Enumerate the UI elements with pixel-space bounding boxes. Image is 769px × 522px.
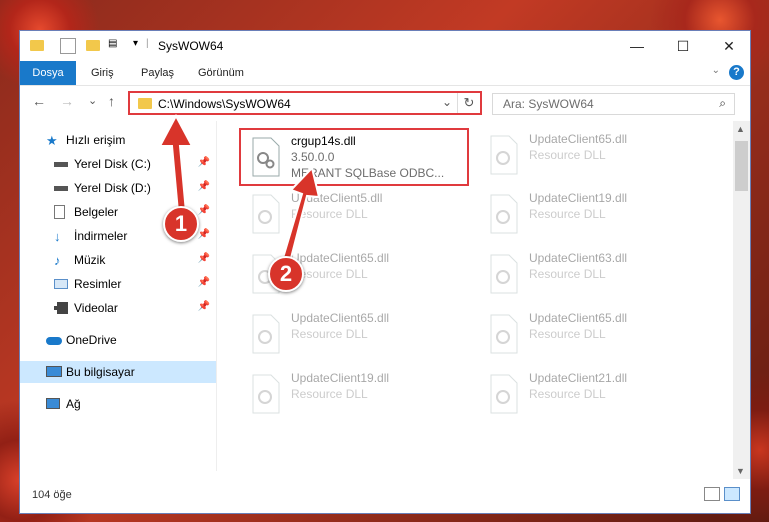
arrow-1: [158, 113, 194, 213]
step-2-badge: 2: [268, 256, 304, 292]
arrow-2: [281, 165, 321, 264]
annotation-arrows: [158, 113, 321, 264]
step-1-badge: 1: [163, 206, 199, 242]
